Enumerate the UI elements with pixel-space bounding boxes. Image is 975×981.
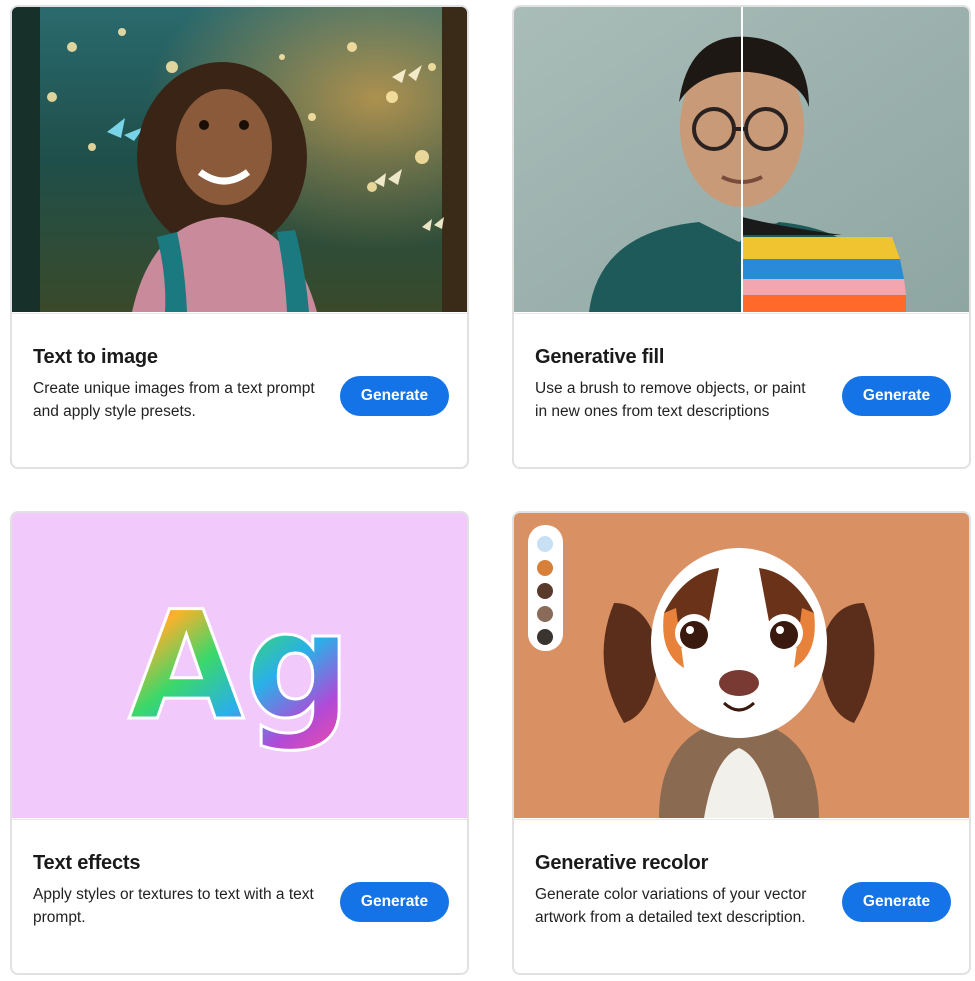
- text-to-image-preview: [12, 7, 467, 312]
- card-content: Text effects Apply styles or textures to…: [12, 819, 467, 973]
- card-title: Text to image: [33, 346, 158, 368]
- card-text-to-image[interactable]: Text to image Create unique images from …: [10, 5, 469, 469]
- card-generative-recolor[interactable]: Generative recolor Generate color variat…: [512, 511, 971, 975]
- furry-letters: Ag: [128, 580, 351, 754]
- generate-button[interactable]: Generate: [842, 376, 951, 416]
- generative-fill-preview: [514, 7, 969, 312]
- card-content: Generative fill Use a brush to remove ob…: [514, 313, 969, 467]
- card-title: Generative fill: [535, 346, 665, 368]
- generative-recolor-preview: [514, 513, 969, 818]
- card-content: Generative recolor Generate color variat…: [514, 819, 969, 973]
- card-content: Text to image Create unique images from …: [12, 313, 467, 467]
- card-generative-fill[interactable]: Generative fill Use a brush to remove ob…: [512, 5, 971, 469]
- card-title: Generative recolor: [535, 852, 709, 874]
- generate-button[interactable]: Generate: [340, 882, 449, 922]
- generate-button[interactable]: Generate: [340, 376, 449, 416]
- card-description: Create unique images from a text prompt …: [33, 380, 315, 420]
- card-title: Text effects: [33, 852, 141, 874]
- text-effects-preview: Ag: [12, 513, 467, 818]
- generate-button[interactable]: Generate: [842, 882, 951, 922]
- card-description: Use a brush to remove objects, or paint …: [535, 380, 806, 420]
- card-description: Generate color variations of your vector…: [535, 886, 807, 926]
- card-description: Apply styles or textures to text with a …: [33, 886, 314, 926]
- card-text-effects[interactable]: Ag Text effects Apply styles or textures…: [10, 511, 469, 975]
